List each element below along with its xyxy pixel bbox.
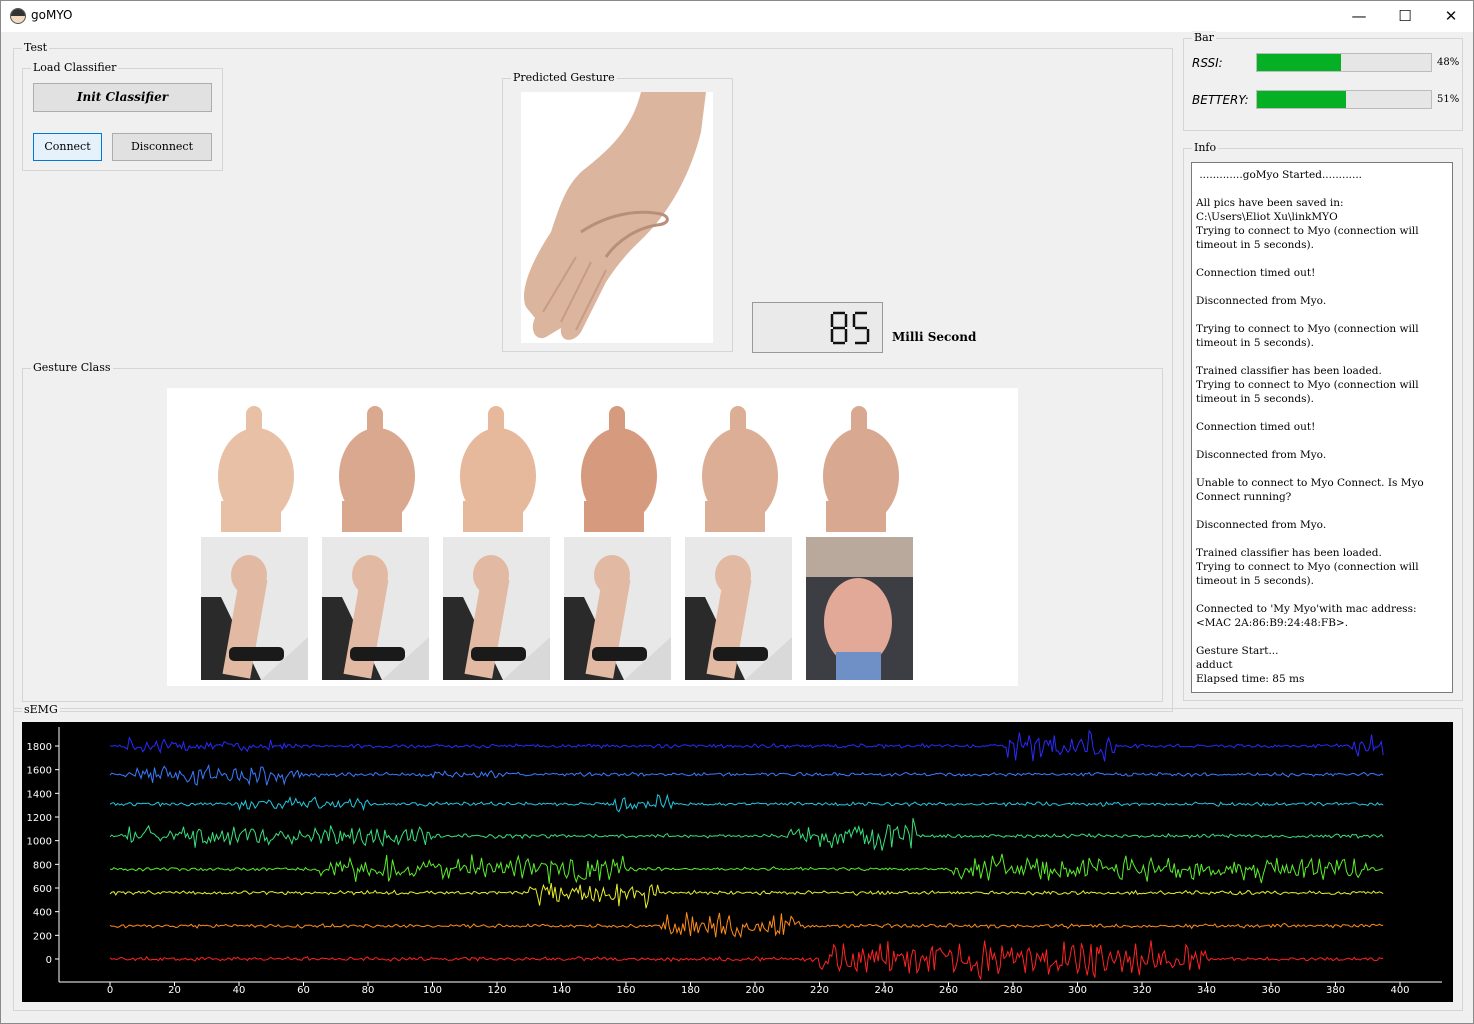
x-tick-label: 340	[1197, 985, 1216, 996]
x-tick-label: 160	[616, 985, 635, 996]
x-tick-label: 360	[1261, 985, 1280, 996]
gesture-palm-up-image	[806, 391, 913, 532]
semg-plot: 0 200 400 600 800 1000 1200 1400 1600 1800 0 20 40 60…	[22, 722, 1453, 1002]
semg-chart: 0 200 400 600 800 1000 1200 1400 1600 1800 0 20 40 60…	[27, 727, 1442, 996]
x-tick-label: 40	[233, 985, 246, 996]
gesture-shaka-image	[322, 391, 429, 532]
elapsed-time-value: 85	[753, 303, 755, 304]
y-tick-label: 1400	[27, 789, 52, 800]
connect-button[interactable]: Connect	[33, 133, 102, 161]
y-tick-label: 200	[33, 931, 52, 942]
y-tick-label: 600	[33, 884, 52, 895]
bar-group: Bar	[1183, 31, 1463, 131]
info-log-textbox[interactable]: .............goMyo Started............ A…	[1191, 162, 1453, 693]
bar-group-label: Bar	[1192, 31, 1216, 45]
y-tick-label: 1000	[27, 837, 52, 848]
y-tick-label: 800	[33, 860, 52, 871]
info-group-label: Info	[1192, 141, 1219, 155]
title-bar: goMYO — ☐ ✕	[1, 1, 1473, 32]
x-tick-label: 320	[1132, 985, 1151, 996]
gesture-curl-arm-image	[685, 537, 792, 680]
semg-group-label: sEMG	[22, 703, 60, 717]
rssi-progress-fill	[1257, 54, 1341, 71]
semg-channel-1-line	[109, 729, 1384, 762]
x-tick-label: 60	[297, 985, 310, 996]
gesture-fist-arm-image	[201, 537, 308, 680]
semg-channel-8-line	[109, 940, 1384, 980]
x-tick-label: 0	[107, 985, 113, 996]
gesture-thumbs-up-image	[201, 391, 308, 532]
window-title: goMYO	[31, 8, 73, 22]
battery-progress-fill	[1257, 91, 1346, 108]
x-tick-label: 180	[681, 985, 700, 996]
app-window: goMYO — ☐ ✕ Test Load Classifier Init Cl…	[0, 0, 1474, 1024]
x-tick-label: 80	[362, 985, 375, 996]
x-tick-label: 220	[810, 985, 829, 996]
semg-channel-4-line	[109, 817, 1384, 851]
rssi-progress-bar	[1256, 53, 1432, 72]
x-tick-label: 20	[168, 985, 181, 996]
y-tick-label: 400	[33, 908, 52, 919]
y-tick-label: 1200	[27, 813, 52, 824]
x-tick-label: 380	[1326, 985, 1345, 996]
semg-channel-7-line	[109, 912, 1384, 939]
close-button[interactable]: ✕	[1428, 1, 1474, 32]
x-tick-label: 260	[939, 985, 958, 996]
x-tick-label: 140	[552, 985, 571, 996]
y-tick-label: 1800	[27, 742, 52, 753]
elapsed-time-display: 85	[752, 302, 883, 353]
semg-channel-3-line	[109, 793, 1384, 813]
x-tick-label: 240	[874, 985, 893, 996]
y-tick-label: 1600	[27, 766, 52, 777]
predicted-gesture-label: Predicted Gesture	[511, 71, 617, 85]
gesture-wrist-flex-arm-image	[322, 537, 429, 680]
test-group-label: Test	[22, 41, 50, 55]
x-tick-label: 400	[1390, 985, 1409, 996]
battery-percent: 51%	[1437, 94, 1460, 105]
minimize-button[interactable]: —	[1336, 1, 1382, 32]
maximize-button[interactable]: ☐	[1382, 1, 1428, 32]
semg-channel-6-line	[109, 882, 1384, 909]
gesture-open-palm-image	[685, 391, 792, 532]
battery-progress-bar	[1256, 90, 1432, 109]
init-classifier-button[interactable]: Init Classifier	[33, 83, 212, 112]
gesture-ok-sign-image	[443, 391, 550, 532]
gesture-pinch-arm-image	[564, 537, 671, 680]
y-tick-label: 0	[46, 955, 52, 966]
semg-channel-5-line	[109, 853, 1384, 884]
elapsed-time-unit: Milli Second	[892, 330, 977, 344]
x-tick-label: 120	[487, 985, 506, 996]
semg-channel-2-line	[109, 763, 1384, 787]
gesture-wrist-extend-arm-image	[443, 537, 550, 680]
rssi-percent: 48%	[1437, 57, 1460, 68]
x-tick-label: 100	[423, 985, 442, 996]
x-tick-label: 280	[1003, 985, 1022, 996]
gesture-victory-image	[564, 391, 671, 532]
gesture-spread-hand-image	[806, 537, 913, 680]
disconnect-button[interactable]: Disconnect	[112, 133, 212, 161]
x-tick-label: 300	[1068, 985, 1087, 996]
load-classifier-label: Load Classifier	[31, 61, 119, 75]
rssi-label: RSSI:	[1192, 56, 1223, 70]
battery-label: BETTERY:	[1192, 93, 1249, 107]
predicted-gesture-image	[521, 92, 713, 343]
app-logo-icon	[10, 8, 26, 24]
x-tick-label: 200	[745, 985, 764, 996]
gesture-class-label: Gesture Class	[31, 361, 113, 375]
